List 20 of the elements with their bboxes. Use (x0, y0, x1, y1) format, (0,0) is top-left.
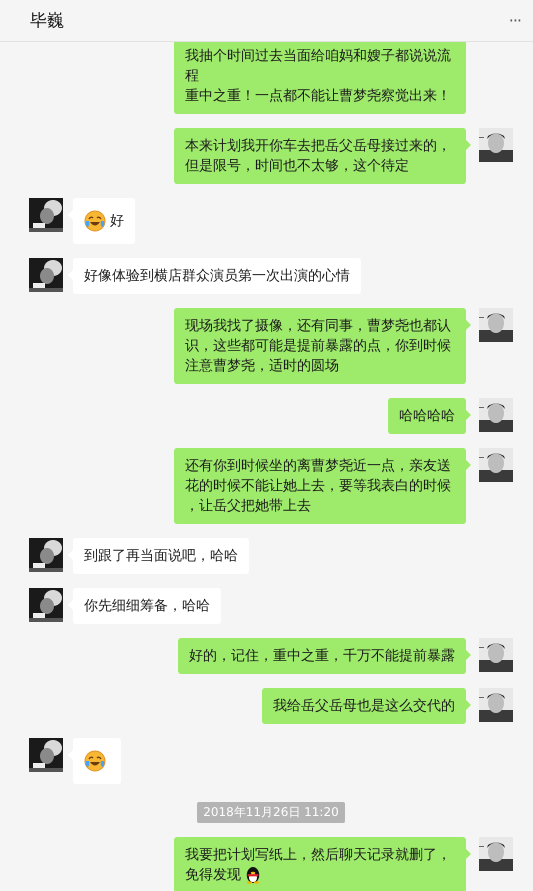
message-text: 好的，记住，重中之重，千万不能提前暴露 (189, 647, 455, 666)
timestamp: 2018年11月26日 11:20 (197, 802, 345, 823)
penguin-icon (245, 866, 261, 884)
message-text: 好像体验到横店群众演员第一次出演的心情 (84, 267, 350, 286)
message-text: 还有你到时候坐的离曹梦尧近一点，亲友送花的时候不能让她上去，要等我表白的时候，让岳父把她带上去 (185, 457, 452, 516)
message-text: 好 (110, 212, 124, 231)
laughing-crying-emoji-icon (84, 210, 106, 232)
message-text: 我给岳父岳母也是这么交代的 (273, 697, 455, 716)
message-text: 我抽个时间过去当面给咱妈和嫂子都说说流程 (185, 47, 452, 86)
message-text: 现场我找了摄像，还有同事，曹梦尧也都认识，这些都可能是提前暴露的点，你到时候注意曹梦尧，适时的圆场 (185, 317, 452, 376)
chat-title: 毕巍 (30, 10, 64, 32)
message-text: 到跟了再当面说吧，哈哈 (84, 547, 238, 566)
message-text: 本来计划我开你车去把岳父岳母接过来的，但是限号，时间也不太够，这个待定 (185, 137, 452, 176)
message-text: 免得发现 (185, 866, 241, 885)
message-text: 哈哈哈哈 (399, 407, 455, 426)
laughing-crying-emoji-icon (84, 750, 106, 772)
message-text: 你先细细筹备，哈哈 (84, 597, 210, 616)
more-button[interactable]: ··· (504, 11, 525, 30)
message-text: 我要把计划写纸上，然后聊天记录就删了， (185, 846, 451, 865)
message-text: 重中之重！一点都不能让曹梦尧察觉出来！ (185, 87, 452, 106)
